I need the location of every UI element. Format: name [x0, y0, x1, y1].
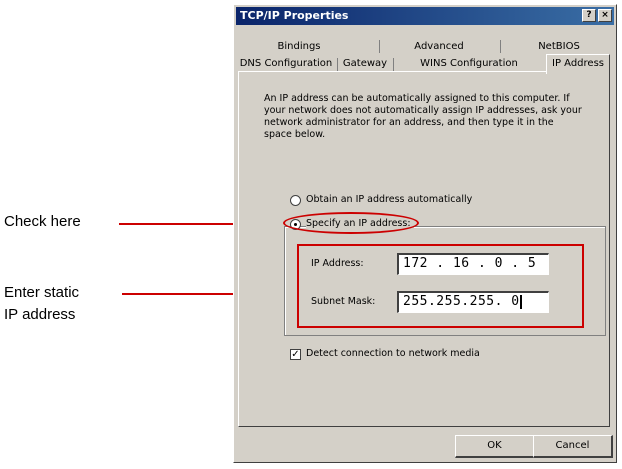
close-button[interactable]: ×	[598, 9, 612, 22]
ok-button[interactable]: OK	[455, 435, 535, 458]
radio-obtain-automatically[interactable]	[290, 195, 301, 206]
enter-static-label: Enter static	[4, 284, 80, 301]
ip-address-input[interactable]: 172 . 16 . 0 . 5	[397, 253, 549, 275]
specify-ip-highlight	[283, 212, 419, 234]
ip-address-label: IP Address:	[311, 258, 364, 269]
tab-wins-configuration[interactable]: WINS Configuration	[395, 56, 543, 72]
tcpip-properties-dialog: TCP/IP Properties ? × Bindings Advanced …	[233, 4, 617, 463]
detect-connection-label[interactable]: Detect connection to network media	[306, 348, 480, 360]
subnet-mask-label: Subnet Mask:	[311, 296, 376, 307]
text-caret	[519, 294, 522, 309]
tab-gateway[interactable]: Gateway	[339, 56, 391, 72]
cancel-button[interactable]: Cancel	[533, 435, 613, 458]
help-button[interactable]: ?	[582, 9, 596, 22]
tab-dns-configuration[interactable]: DNS Configuration	[236, 56, 336, 72]
tab-bindings[interactable]: Bindings	[254, 39, 344, 55]
title-bar: TCP/IP Properties ? ×	[236, 7, 614, 25]
check-here-label: Check here	[4, 213, 81, 230]
tab-ip-address[interactable]: IP Address	[546, 54, 610, 74]
dialog-title: TCP/IP Properties	[240, 9, 349, 22]
description-text: An IP address can be automatically assig…	[264, 93, 582, 140]
subnet-mask-input[interactable]: 255.255.255. 0	[397, 291, 549, 313]
tab-divider	[337, 58, 338, 71]
ip-address-label-callout: IP address	[4, 306, 76, 323]
detect-connection-checkbox[interactable]: ✓	[290, 349, 301, 360]
tab-divider	[500, 40, 501, 53]
radio-obtain-automatically-label[interactable]: Obtain an IP address automatically	[306, 194, 472, 206]
check-mark-icon: ✓	[291, 349, 300, 360]
tab-netbios[interactable]: NetBIOS	[509, 39, 609, 55]
tab-divider	[393, 58, 394, 71]
tab-divider	[379, 40, 380, 53]
tab-advanced[interactable]: Advanced	[384, 39, 494, 55]
subnet-mask-value: 255.255.255. 0	[403, 294, 520, 309]
